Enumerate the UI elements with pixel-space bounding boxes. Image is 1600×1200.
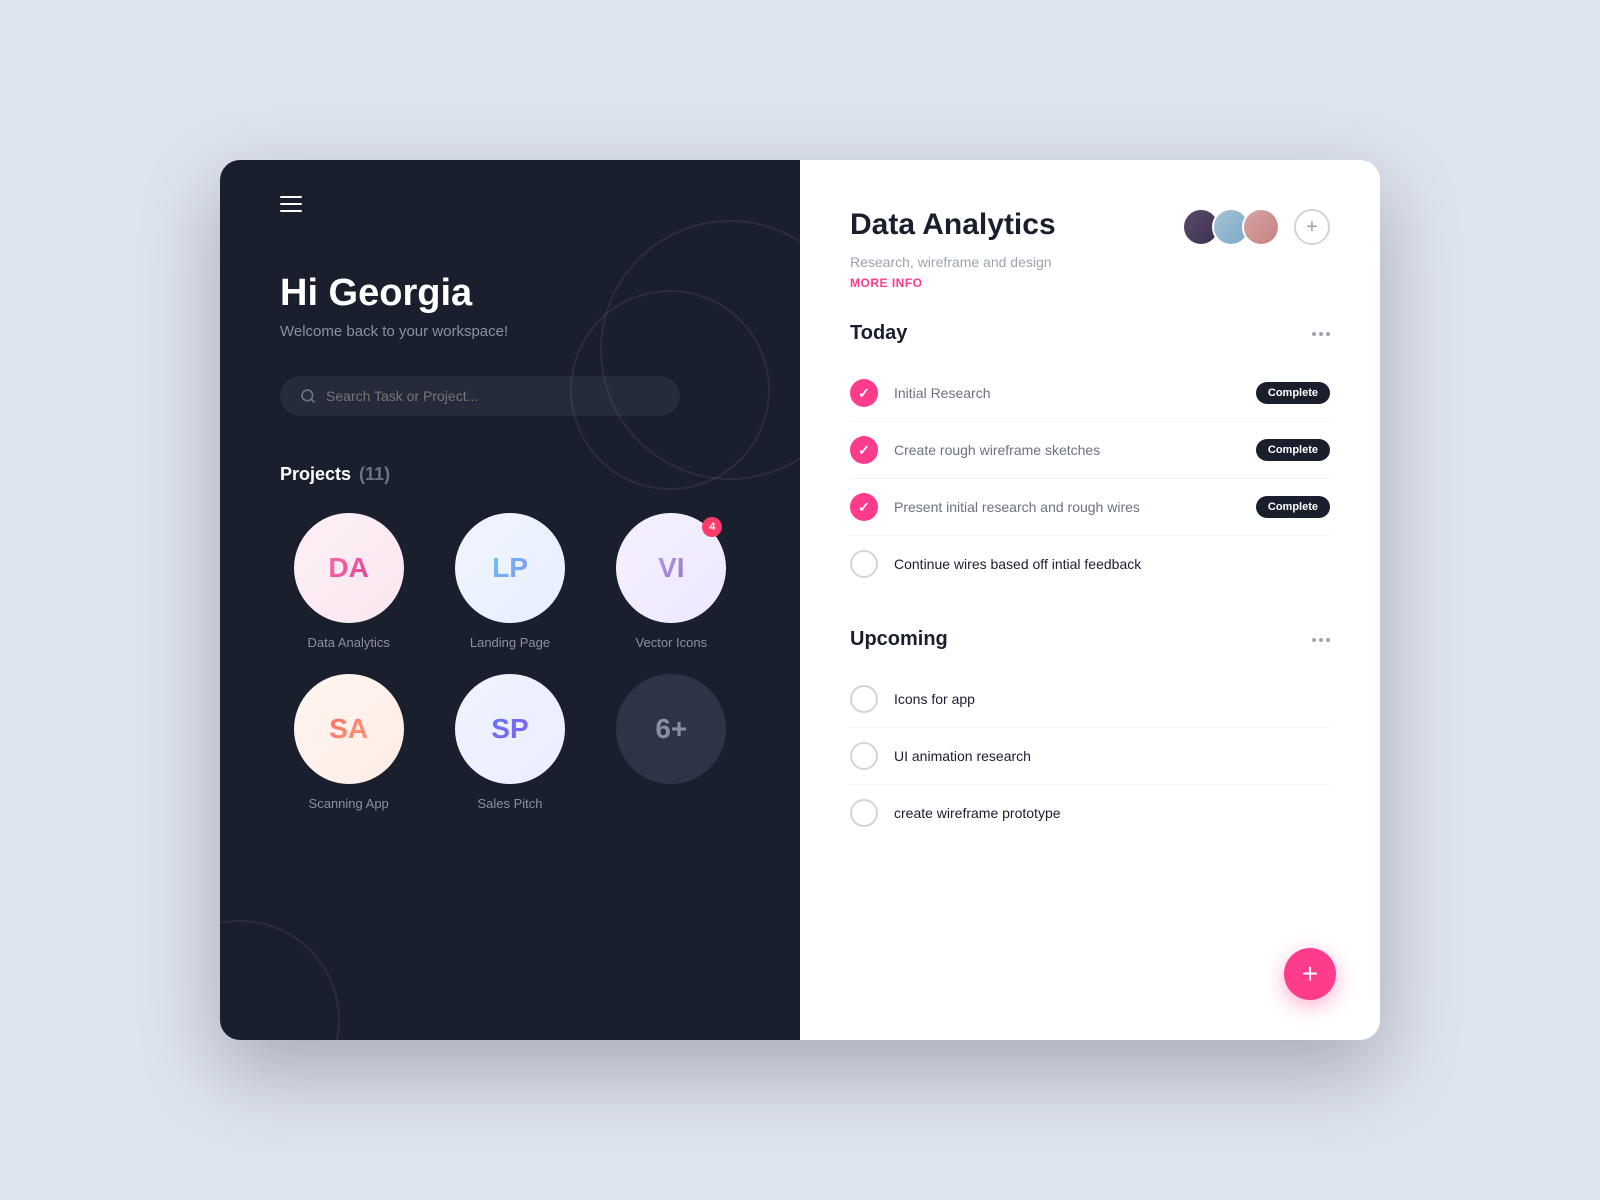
project-initials-sp: SP (491, 713, 528, 745)
task-checkbox-pending[interactable] (850, 742, 878, 770)
search-icon (300, 388, 316, 404)
today-task-list: ✓ Initial Research Complete ✓ Create rou… (850, 365, 1330, 592)
project-avatar-more: 6+ (616, 674, 726, 784)
projects-title: Projects (280, 464, 351, 485)
task-text: Create rough wireframe sketches (894, 442, 1100, 458)
menu-icon[interactable] (280, 196, 740, 212)
task-item[interactable]: Icons for app (850, 671, 1330, 728)
checkmark-icon: ✓ (858, 499, 870, 516)
upcoming-section-header: Upcoming (850, 628, 1330, 651)
checkmark-icon: ✓ (858, 442, 870, 459)
task-left: ✓ Create rough wireframe sketches (850, 436, 1100, 464)
status-badge: Complete (1256, 439, 1330, 461)
task-checkbox-pending[interactable] (850, 799, 878, 827)
checkmark-icon: ✓ (858, 385, 870, 402)
task-item[interactable]: create wireframe prototype (850, 785, 1330, 841)
project-avatar-da: DA (294, 513, 404, 623)
task-checkbox-pending[interactable] (850, 685, 878, 713)
task-item[interactable]: ✓ Present initial research and rough wir… (850, 479, 1330, 536)
task-checkbox-completed[interactable]: ✓ (850, 436, 878, 464)
project-item-vi[interactable]: VI 4 Vector Icons (603, 513, 740, 650)
project-label-lp: Landing Page (470, 635, 550, 650)
task-item[interactable]: Continue wires based off intial feedback (850, 536, 1330, 592)
project-label-sa: Scanning App (309, 796, 389, 811)
project-avatar-vi: VI 4 (616, 513, 726, 623)
upcoming-title: Upcoming (850, 628, 948, 651)
project-header: Data Analytics + (850, 208, 1330, 246)
task-text: create wireframe prototype (894, 805, 1061, 821)
project-label-sp: Sales Pitch (477, 796, 542, 811)
project-initials-lp: LP (492, 552, 528, 584)
projects-grid: DA Data Analytics LP Landing Page VI 4 (280, 513, 740, 811)
task-left: create wireframe prototype (850, 799, 1061, 827)
task-checkbox-completed[interactable]: ✓ (850, 493, 878, 521)
project-item-da[interactable]: DA Data Analytics (280, 513, 417, 650)
upcoming-more-button[interactable] (1312, 638, 1330, 642)
decorative-circle-3 (220, 920, 340, 1040)
more-info-link[interactable]: MORE INFO (850, 276, 1330, 290)
status-badge: Complete (1256, 382, 1330, 404)
task-left: UI animation research (850, 742, 1031, 770)
team-section: + (1182, 208, 1330, 246)
task-left: Icons for app (850, 685, 975, 713)
today-more-button[interactable] (1312, 332, 1330, 336)
task-text-pending: Continue wires based off intial feedback (894, 556, 1141, 572)
task-checkbox-completed[interactable]: ✓ (850, 379, 878, 407)
upcoming-task-list: Icons for app UI animation research crea… (850, 671, 1330, 841)
task-left: ✓ Initial Research (850, 379, 991, 407)
right-panel: Data Analytics + Research, wireframe and… (800, 160, 1380, 1040)
project-title-group: Data Analytics (850, 208, 1056, 242)
task-text: Present initial research and rough wires (894, 499, 1140, 515)
fab-plus-icon: + (1302, 960, 1318, 988)
task-item[interactable]: ✓ Create rough wireframe sketches Comple… (850, 422, 1330, 479)
project-title: Data Analytics (850, 208, 1056, 242)
project-badge-vi: 4 (702, 517, 722, 537)
project-item-sp[interactable]: SP Sales Pitch (441, 674, 578, 811)
project-initials-vi: VI (658, 552, 684, 584)
projects-section: Projects (11) DA Data Analytics LP Landi… (280, 464, 740, 811)
project-label-vi: Vector Icons (636, 635, 708, 650)
add-member-button[interactable]: + (1294, 209, 1330, 245)
task-left: Continue wires based off intial feedback (850, 550, 1141, 578)
add-member-icon: + (1306, 216, 1318, 239)
project-avatar-sa: SA (294, 674, 404, 784)
project-initials-more: 6+ (655, 713, 687, 745)
project-item-more[interactable]: 6+ (603, 674, 740, 811)
project-avatar-sp: SP (455, 674, 565, 784)
task-left: ✓ Present initial research and rough wir… (850, 493, 1140, 521)
avatar-3 (1242, 208, 1280, 246)
project-initials-da: DA (328, 552, 368, 584)
project-label-da: Data Analytics (307, 635, 389, 650)
fab-add-button[interactable]: + (1284, 948, 1336, 1000)
project-avatar-lp: LP (455, 513, 565, 623)
projects-count: (11) (359, 464, 390, 485)
project-description: Research, wireframe and design (850, 254, 1330, 270)
decorative-circle-2 (570, 290, 770, 490)
project-initials-sa: SA (329, 713, 368, 745)
today-section-header: Today (850, 322, 1330, 345)
task-item[interactable]: UI animation research (850, 728, 1330, 785)
task-item[interactable]: ✓ Initial Research Complete (850, 365, 1330, 422)
left-panel: Hi Georgia Welcome back to your workspac… (220, 160, 800, 1040)
task-text: Initial Research (894, 385, 991, 401)
task-text: Icons for app (894, 691, 975, 707)
today-title: Today (850, 322, 907, 345)
task-checkbox-pending[interactable] (850, 550, 878, 578)
project-item-sa[interactable]: SA Scanning App (280, 674, 417, 811)
avatar-group (1182, 208, 1280, 246)
task-text: UI animation research (894, 748, 1031, 764)
status-badge: Complete (1256, 496, 1330, 518)
project-item-lp[interactable]: LP Landing Page (441, 513, 578, 650)
app-container: Hi Georgia Welcome back to your workspac… (220, 160, 1380, 1040)
